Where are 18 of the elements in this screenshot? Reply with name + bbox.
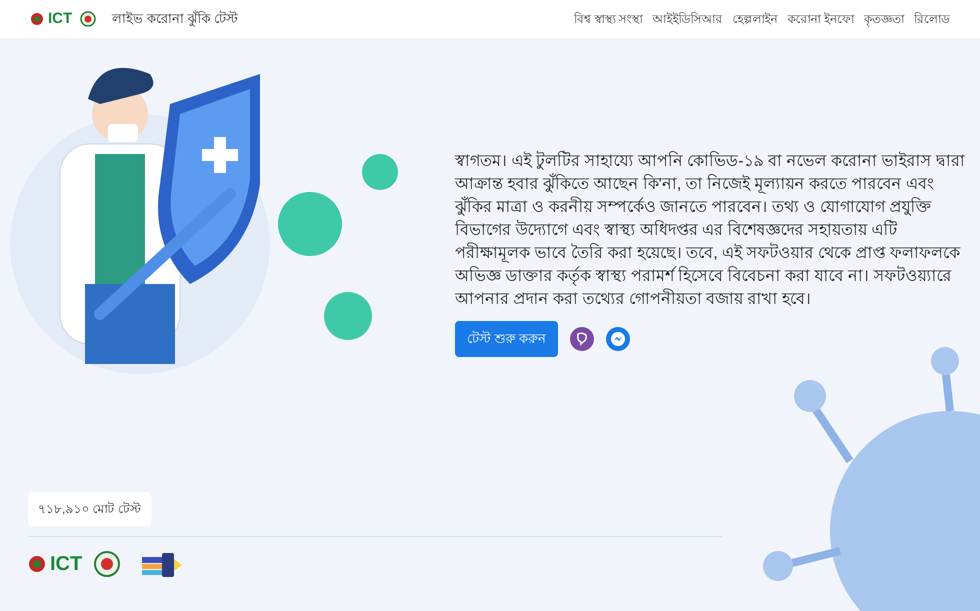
emblem-icon <box>28 555 46 573</box>
seal-icon <box>94 551 120 577</box>
nav-link[interactable]: রিলোড <box>914 10 950 28</box>
logo-text: ICT <box>48 8 72 29</box>
nav-link[interactable]: করোনা ইনফো <box>788 10 854 28</box>
intro-paragraph: স্বাগতম। এই টুলটির সাহায্যে আপনি কোভিড-১৯ বা নভেল করোনা ভাইরাস দ্বারা আক্রান্ত হবার ঝুঁকিতে আছেন কি'না, তা নিজেই মূল্যায়ন করতে পারবেন এবং ঝুঁকির মাত্রা ও করনীয় সম্পর্কেও জানতে পারবেন। তথ্য ও যোগাযোগ প্রযুক্তি বিভাগের উদ্যোগে এবং স্বাস্থ্য অধিদপ্তর এর বিশেষজ্ঞদের সহায়তায় এটি পরীক্ষামূলক ভাবে তৈরি করা হয়েছে। তবে, এই সফটওয়ার থেকে প্রাপ্ত ফলাফলকে অভিজ্ঞ ডাক্তার কর্তৃক স্বাস্থ্য পরামর্শ হিসেবে বিবেচনা করা যাবে না। সফটওয়্যারে আপনার প্রদান করা তথ্যের গোপনীয়তা বজায় রাখা হবে। <box>455 150 975 311</box>
messenger-icon[interactable] <box>606 327 630 351</box>
start-test-button[interactable]: টেস্ট শুরু করুন <box>455 321 558 357</box>
nav-link[interactable]: হেল্পলাইন <box>732 10 778 28</box>
seal-icon <box>80 11 96 27</box>
nav-link[interactable]: কৃতজ্ঞতা <box>864 10 904 28</box>
viber-icon[interactable] <box>570 327 594 351</box>
total-tests-counter: ৭১৮,৯১০ মোট টেস্ট <box>28 492 152 526</box>
nav-link[interactable]: আইইডিসিআর <box>652 10 723 28</box>
logo-text: ICT <box>50 552 82 577</box>
site-title[interactable]: লাইভ করোনা ঝুঁকি টেস্ট <box>112 9 238 29</box>
emblem-icon <box>30 12 44 26</box>
nav-link[interactable]: বিশ্ব স্বাস্থ্য সংস্থা <box>574 10 643 28</box>
